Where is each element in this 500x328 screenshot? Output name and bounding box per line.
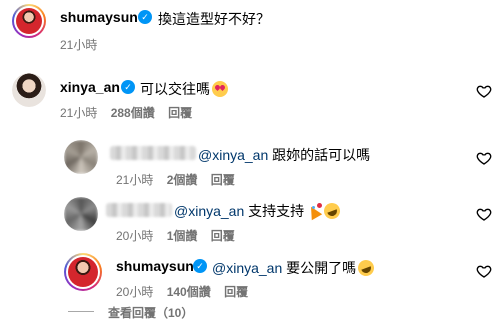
heart-outline-icon[interactable]	[476, 83, 492, 99]
mention-link[interactable]: @xinya_an	[212, 260, 282, 276]
heart-outline-icon[interactable]	[476, 263, 492, 279]
reply-timestamp: 21小時	[116, 173, 154, 187]
view-replies-button[interactable]: 查看回覆（10）	[108, 304, 203, 321]
heart-outline-icon[interactable]	[476, 150, 492, 166]
comment-username[interactable]: xinya_an	[60, 79, 120, 95]
author-avatar[interactable]	[12, 4, 46, 38]
reply-username[interactable]: shumaysun	[116, 258, 194, 274]
reply-meta: 20小時 140個讚 回覆	[116, 283, 258, 300]
post-author-username[interactable]: shumaysun	[60, 9, 138, 25]
reply-likes-count[interactable]: 2個讚	[167, 173, 198, 187]
reply-text: @xinya_an 要公開了嗎	[212, 257, 377, 279]
reply-meta: 20小時 1個讚 回覆	[116, 227, 245, 244]
reply-text: @xinya_an 跟妳的話可以嗎	[198, 147, 371, 163]
post-caption: 換這造型好不好？	[158, 11, 270, 27]
commenter-avatar[interactable]	[12, 73, 46, 107]
comment-text: 可以交往嗎	[140, 79, 228, 99]
verified-badge-icon: ✓	[138, 10, 152, 24]
reply-avatar-blurred[interactable]	[64, 197, 98, 231]
view-replies-divider	[68, 311, 94, 312]
comment-timestamp: 21小時	[60, 106, 98, 120]
verified-badge-icon: ✓	[193, 259, 207, 273]
blurred-username	[106, 203, 172, 217]
reply-timestamp: 20小時	[116, 285, 154, 299]
verified-badge-icon: ✓	[121, 80, 135, 94]
reply-button[interactable]: 回覆	[211, 229, 235, 243]
blurred-username	[110, 146, 196, 160]
reply-text: @xinya_an 支持支持	[174, 200, 343, 222]
reply-button[interactable]: 回覆	[224, 285, 248, 299]
comment-likes-count[interactable]: 288個讚	[111, 106, 155, 120]
post-timestamp: 21小時	[60, 38, 98, 52]
heart-eyes-emoji-icon	[212, 81, 228, 97]
reply-timestamp: 20小時	[116, 229, 154, 243]
reply-likes-count[interactable]: 140個讚	[167, 285, 211, 299]
reply-avatar-blurred[interactable]	[64, 140, 98, 174]
mention-link[interactable]: @xinya_an	[174, 203, 244, 219]
laughing-emoji-icon	[355, 257, 377, 279]
laughing-emoji-icon	[321, 200, 343, 222]
reply-meta: 21小時 2個讚 回覆	[116, 171, 245, 188]
reply-button[interactable]: 回覆	[211, 173, 235, 187]
reply-author-avatar[interactable]	[64, 253, 102, 291]
party-popper-emoji-icon	[306, 203, 323, 219]
comment-meta: 21小時 288個讚 回覆	[60, 104, 202, 121]
heart-outline-icon[interactable]	[476, 206, 492, 222]
reply-button[interactable]: 回覆	[168, 106, 192, 120]
reply-likes-count[interactable]: 1個讚	[167, 229, 198, 243]
mention-link[interactable]: @xinya_an	[198, 147, 268, 163]
